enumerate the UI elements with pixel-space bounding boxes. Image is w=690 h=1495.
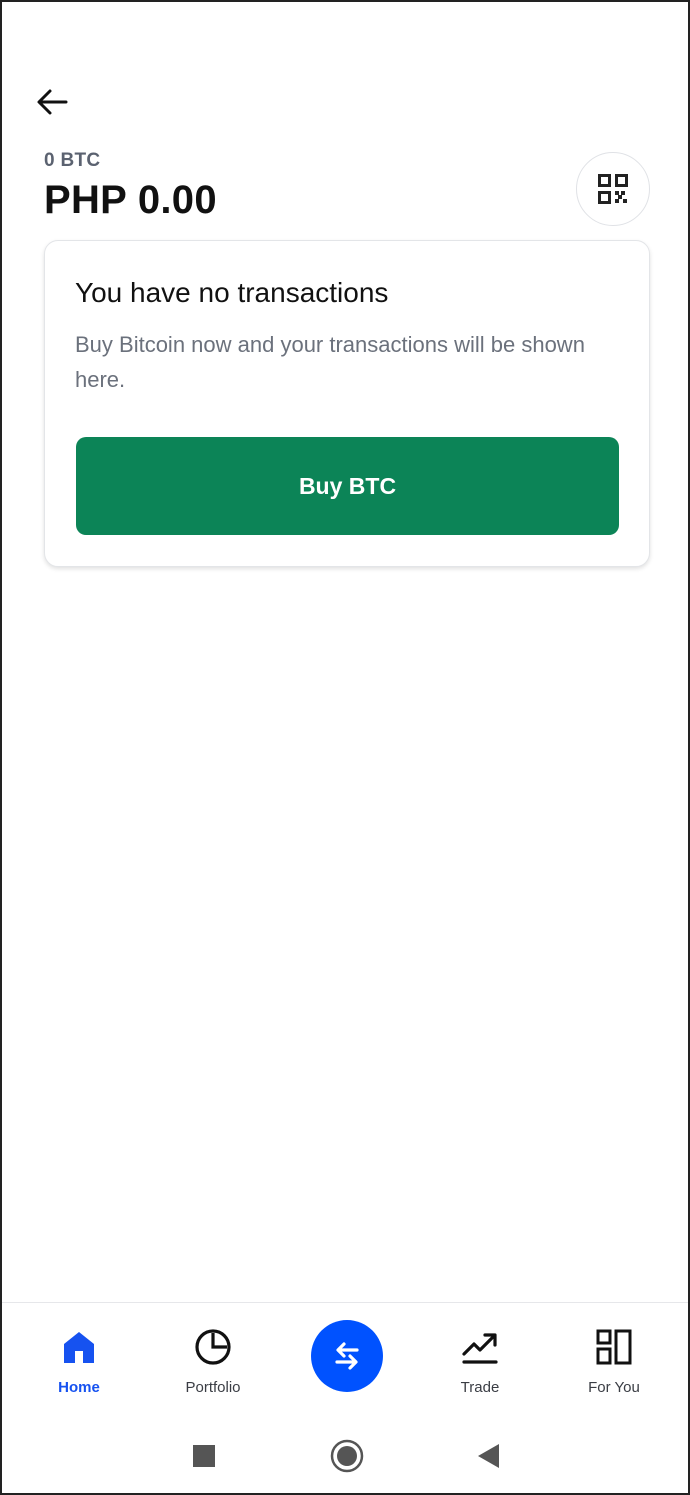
- nav-item-trade[interactable]: Trade: [440, 1303, 520, 1415]
- trend-up-icon: [460, 1327, 500, 1367]
- nav-label-for-you: For You: [588, 1379, 640, 1396]
- square-icon: [193, 1445, 215, 1467]
- system-back-button[interactable]: [469, 1436, 509, 1476]
- recents-button[interactable]: [184, 1436, 224, 1476]
- app-screen: 0 BTC PHP 0.00 You have no transactions …: [0, 0, 690, 1495]
- nav-item-portfolio[interactable]: Portfolio: [168, 1303, 258, 1415]
- system-home-button[interactable]: [327, 1436, 367, 1476]
- qr-code-button[interactable]: [576, 152, 650, 226]
- bottom-navigation: Home Portfolio Trade For You: [2, 1302, 688, 1415]
- nav-label-portfolio: Portfolio: [185, 1379, 241, 1396]
- nav-item-home[interactable]: Home: [39, 1303, 119, 1415]
- pie-chart-icon: [193, 1327, 233, 1367]
- back-button[interactable]: [32, 84, 72, 120]
- arrow-left-icon: [37, 89, 68, 115]
- empty-state-title: You have no transactions: [75, 277, 389, 308]
- empty-transactions-card: You have no transactions Buy Bitcoin now…: [44, 240, 650, 567]
- qr-code-icon: [598, 174, 628, 204]
- nav-label-home: Home: [58, 1379, 100, 1396]
- grid-icon: [594, 1327, 634, 1367]
- swap-button[interactable]: [311, 1320, 383, 1392]
- empty-state-description: Buy Bitcoin now and your transactions wi…: [75, 332, 585, 392]
- nav-item-for-you[interactable]: For You: [574, 1303, 654, 1415]
- buy-btc-button[interactable]: Buy BTC: [76, 437, 619, 535]
- triangle-back-icon: [478, 1444, 499, 1468]
- circle-icon: [330, 1439, 364, 1473]
- crypto-balance: 0 BTC: [44, 150, 101, 171]
- swap-arrows-icon: [335, 1342, 359, 1370]
- home-icon: [59, 1327, 99, 1367]
- system-navigation-bar: [2, 1414, 688, 1493]
- nav-label-trade: Trade: [460, 1379, 500, 1396]
- fiat-balance: PHP 0.00: [44, 178, 217, 222]
